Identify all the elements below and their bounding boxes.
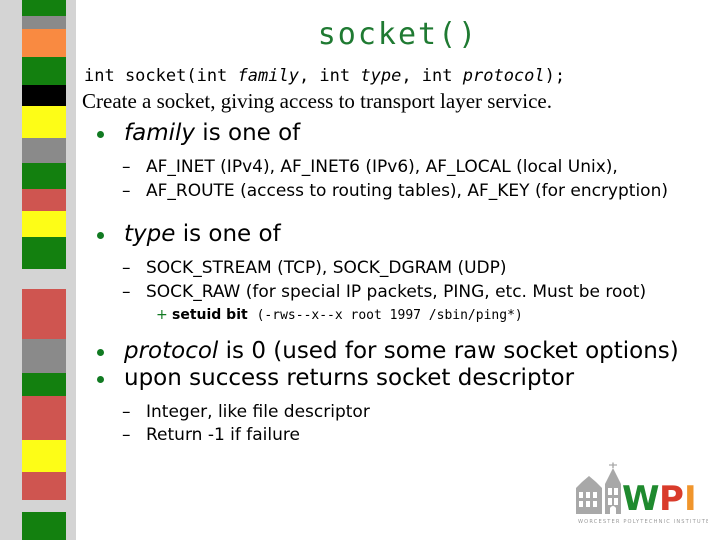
strip-block [22,0,66,16]
strip-block [22,373,66,396]
dash-marker-icon: – [122,401,131,422]
sub-bullet-type-2: – SOCK_RAW (for special IP packets, PING,… [120,281,714,304]
sub-bullet-type-2-text: SOCK_RAW (for special IP packets, PING, … [146,281,647,302]
setuid-spacer [248,307,257,323]
setuid-permissions: (-rws--x--x root 1997 /sbin/ping*) [256,308,523,324]
sub-bullet-success-1-text: Integer, like file descriptor [146,401,370,422]
left-decorative-strip [0,0,76,540]
strip-gap [22,269,66,289]
bullet-protocol-keyword: protocol [124,337,219,364]
bullet-family-keyword: family [124,120,195,147]
strip-block [22,189,66,211]
svg-text:P: P [659,479,684,519]
setuid-label: setuid bit [172,307,248,324]
signature-mid-2: , int [401,66,463,86]
function-signature: int socket(int family, int type, int pro… [84,66,714,87]
strip-block [22,57,66,85]
sub-bullet-success-1: – Integer, like file descriptor [120,401,714,424]
sub-bullet-success-2-text: Return -1 if failure [146,425,300,446]
bullet-dot-icon [97,348,104,356]
strip-block [22,440,66,472]
dash-marker-icon: – [122,258,131,279]
bullet-protocol-rest: is 0 (used for some raw socket options) [218,337,679,364]
sub-bullet-family-1: – AF_INET (IPv4), AF_INET6 (IPv6), AF_LOC… [120,156,714,179]
strip-gap [22,500,66,512]
plus-marker-icon: + [156,307,168,324]
signature-mid-1: , int [298,66,361,86]
svg-text:I: I [684,479,697,519]
bullet-type-keyword: type [124,221,176,248]
bullet-family: family is one of [94,120,714,147]
svg-text:W: W [622,479,660,519]
bullet-success: upon success returns socket descriptor [94,365,714,392]
sub-bullet-type-1-text: SOCK_STREAM (TCP), SOCK_DGRAM (UDP) [146,258,507,279]
strip-block [22,289,66,339]
dash-marker-icon: – [122,180,131,201]
wpi-logo: W P I WORCESTER POLYTECHNIC INSTITUTE [572,462,708,528]
sub-bullet-success-2: – Return -1 if failure [120,424,714,447]
wpi-letters: W P I [622,479,697,519]
page-title: socket() [317,17,479,52]
function-description: Create a socket, giving access to transp… [82,89,552,114]
strip-block [22,512,66,540]
strip-block [22,85,66,106]
bullet-protocol: protocol is 0 (used for some raw socket … [94,338,714,365]
sub-bullet-type-1: – SOCK_STREAM (TCP), SOCK_DGRAM (UDP) [120,257,714,280]
strip-block [22,396,66,440]
strip-block [22,106,66,138]
strip-block [22,29,66,57]
wpi-building-icon [576,462,621,514]
strip-block [22,237,66,269]
signature-post: ); [544,66,566,86]
bullet-family-rest: is one of [195,120,301,147]
slide-content: int socket(int family, int type, int pro… [78,66,714,448]
bullet-type-rest: is one of [175,221,281,248]
bullet-dot-icon [97,232,104,240]
strip-block [22,211,66,237]
dash-marker-icon: – [122,157,131,178]
bullet-success-text: upon success returns socket descriptor [124,364,575,391]
sub-bullet-family-1-text: AF_INET (IPv4), AF_INET6 (IPv6), AF_LOCA… [146,157,618,178]
bullet-dot-icon [97,131,104,139]
bullet-type: type is one of [94,221,714,248]
signature-pre: int socket(int [84,66,238,86]
signature-param-type: type [360,66,402,86]
signature-param-protocol: protocol [462,66,545,86]
wpi-caption: WORCESTER POLYTECHNIC INSTITUTE [578,519,708,525]
sub-bullet-family-2: – AF_ROUTE (access to routing tables), AF… [120,180,714,203]
bullet-dot-icon [97,375,104,383]
strip-block [22,163,66,189]
sub-sub-bullet-setuid: + setuid bit (-rws--x--x root 1997 /sbin/… [156,306,714,325]
sub-bullet-family-2-text: AF_ROUTE (access to routing tables), AF_… [146,180,668,201]
strip-block [22,472,66,500]
strip-block [22,339,66,373]
signature-param-family: family [237,66,299,86]
dash-marker-icon: – [122,281,131,302]
left-strip-track [22,0,66,540]
dash-marker-icon: – [122,425,131,446]
slide-canvas: socket() int socket(int family, int type… [0,0,720,540]
